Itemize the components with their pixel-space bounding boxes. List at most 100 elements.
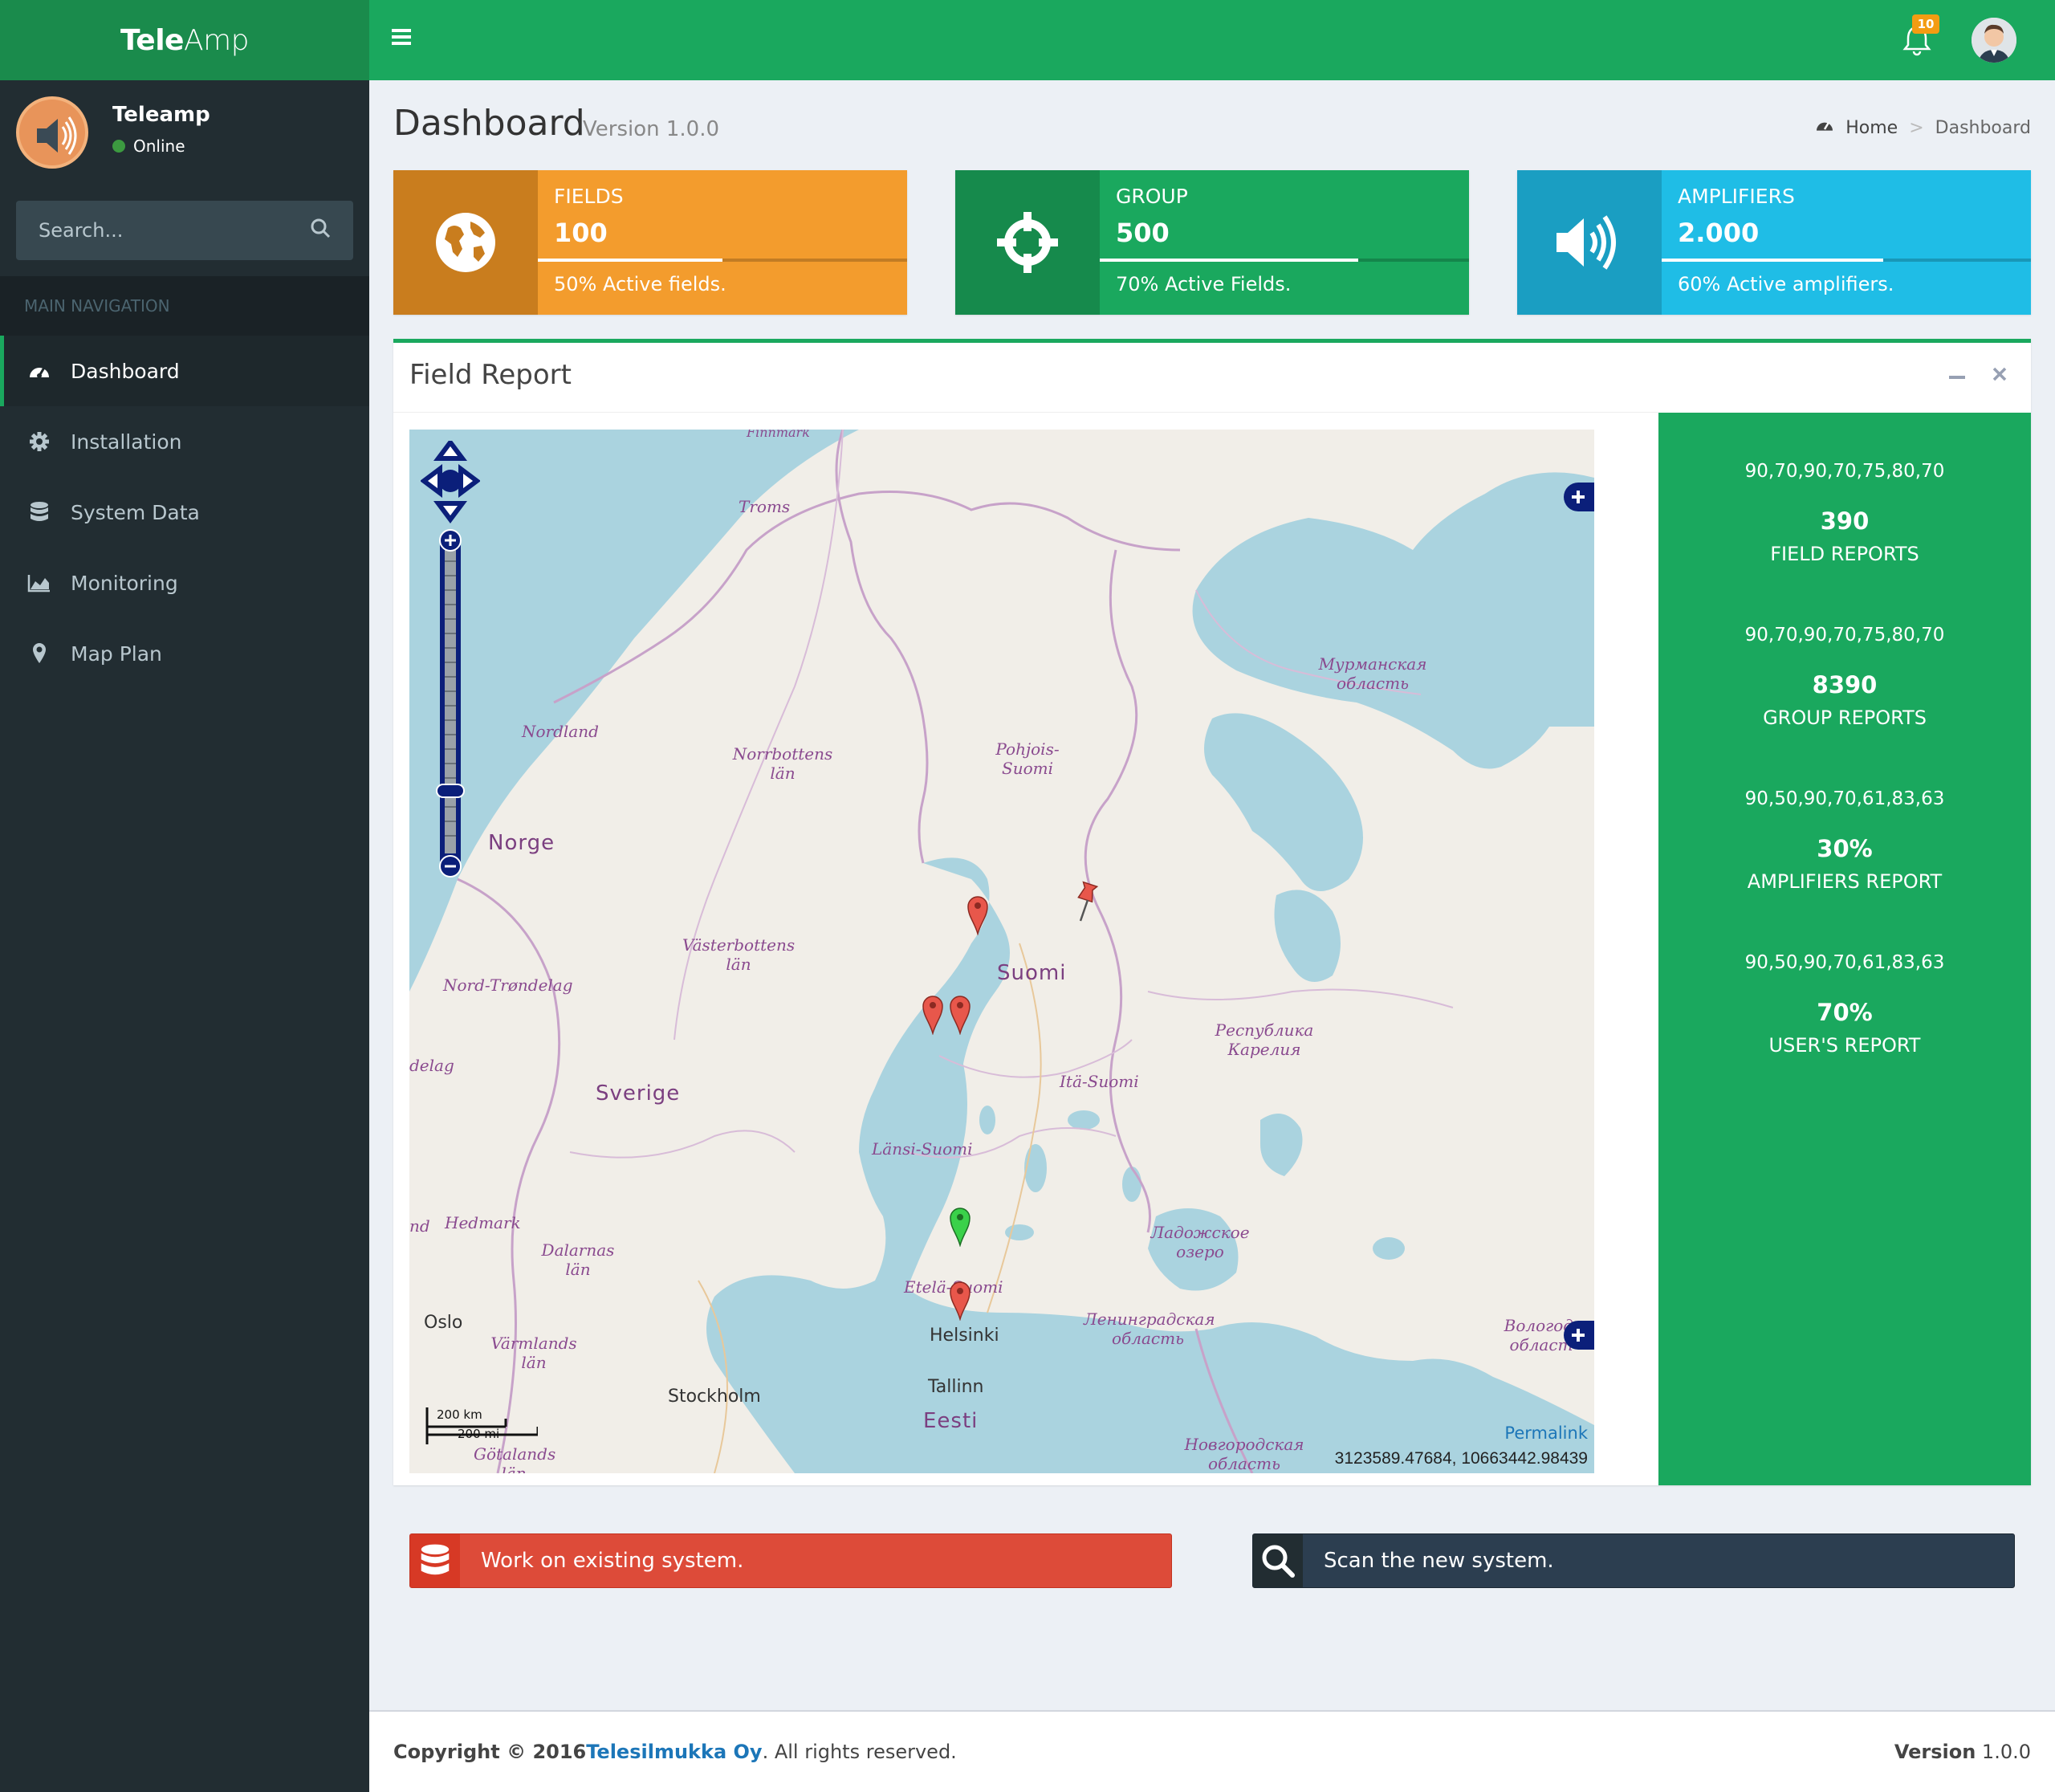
user-panel: Teleamp Online	[0, 80, 369, 199]
action-label: Work on existing system.	[481, 1549, 744, 1573]
map-label: Tallinn	[928, 1377, 984, 1397]
stat-group-reports: 90,70,90,70,75,80,70 8390 GROUP REPORTS	[1658, 625, 2031, 729]
map-label: delag	[409, 1056, 454, 1075]
search-input[interactable]: Search...	[16, 201, 353, 260]
sidebar-item-installation[interactable]: Installation	[0, 406, 369, 477]
close-icon[interactable]	[1992, 367, 2007, 385]
sidebar-item-map-plan[interactable]: Map Plan	[0, 618, 369, 689]
map-marker-green[interactable]	[949, 1205, 971, 1247]
sidebar-item-dashboard[interactable]: Dashboard	[0, 336, 369, 406]
map-label: Itä-Suomi	[1060, 1072, 1139, 1091]
divider	[393, 412, 1658, 413]
footer-copyright: Copyright © 2016Telesilmukka Oy. All rig…	[393, 1741, 957, 1763]
map-label: nd	[409, 1216, 430, 1236]
version-label: Version	[1894, 1741, 1976, 1763]
progress-bar-fill	[538, 259, 722, 262]
database-icon	[410, 1534, 460, 1587]
breadcrumb-home-link[interactable]: Home	[1845, 118, 1898, 138]
map-marker-red[interactable]	[966, 894, 989, 935]
sidebar-item-label: Monitoring	[71, 571, 178, 595]
dashboard-icon	[1815, 117, 1834, 138]
map-marker-red[interactable]	[922, 993, 944, 1035]
stat-label: USER'S REPORT	[1768, 1034, 1921, 1057]
search-icon[interactable]	[310, 218, 331, 243]
app-logo[interactable]: Tele Amp	[0, 0, 369, 80]
map-label: Norrbottens län	[732, 744, 833, 783]
stat-amplifiers-report: 90,50,90,70,61,83,63 30% AMPLIFIERS REPO…	[1658, 788, 2031, 893]
stat-label: FIELD REPORTS	[1770, 543, 1919, 565]
info-box-value: 500	[1116, 218, 1170, 248]
logo-bold: Tele	[120, 23, 184, 57]
scan-new-system-button[interactable]: Scan the new system.	[1252, 1533, 2015, 1588]
sparkline-values: 90,70,90,70,75,80,70	[1744, 461, 1945, 482]
map-label: Новгородская область	[1184, 1435, 1304, 1473]
progress-bar-fill	[1662, 259, 1883, 262]
mouse-coordinates: 3123589.47684, 10663442.98439	[1334, 1449, 1588, 1468]
user-menu-avatar[interactable]	[1972, 18, 2016, 63]
field-report-title: Field Report	[409, 359, 572, 391]
version-number: 1.0.0	[1981, 1741, 2031, 1763]
info-box-value: 2.000	[1678, 218, 1760, 248]
info-box-description: 50% Active fields.	[554, 273, 726, 295]
logo-light: Amp	[183, 23, 250, 57]
map-label: Västerbottens län	[682, 935, 796, 974]
overview-map-toggle-icon[interactable]	[1564, 1321, 1594, 1350]
sidebar-item-system-data[interactable]: System Data	[0, 477, 369, 548]
pushpin-icon[interactable]	[1074, 881, 1101, 924]
database-icon	[27, 500, 51, 524]
progress-bar	[538, 259, 907, 262]
map-marker-icon	[27, 641, 51, 666]
map-marker-red[interactable]	[949, 993, 971, 1035]
company-link[interactable]: Telesilmukka Oy	[586, 1741, 762, 1763]
sidebar-item-label: Dashboard	[71, 359, 180, 383]
map-marker-red[interactable]	[949, 1279, 971, 1321]
breadcrumb-current: Dashboard	[1935, 117, 2031, 138]
stat-field-reports: 90,70,90,70,75,80,70 390 FIELD REPORTS	[1658, 461, 2031, 565]
page-title: Dashboard	[393, 103, 585, 144]
collapse-minus-icon[interactable]	[1949, 369, 1965, 384]
map-label: Nord-Trøndelag	[443, 975, 573, 995]
crosshairs-icon	[955, 170, 1100, 315]
info-box-label: FIELDS	[554, 185, 624, 208]
map-label: Dalarnas län	[541, 1240, 615, 1279]
scale-mi: 200 mi	[458, 1427, 500, 1441]
map-label: Nordland	[522, 722, 599, 741]
stat-value: 390	[1820, 507, 1870, 535]
breadcrumb-separator: >	[1909, 117, 1924, 138]
sidebar-item-label: Installation	[71, 430, 182, 454]
map-label: Finnmark	[747, 430, 810, 440]
permalink-link[interactable]: Permalink	[1504, 1423, 1588, 1443]
search-icon	[1253, 1534, 1303, 1587]
progress-bar-fill	[1100, 259, 1358, 262]
map-label: Республика Карелия	[1215, 1020, 1314, 1059]
map-label: Ленинградская область	[1084, 1309, 1215, 1348]
menu-toggle-icon[interactable]	[392, 27, 416, 51]
map-label: Troms	[739, 497, 791, 516]
field-map[interactable]: Finnmark Troms Nordland Norrbottens län …	[409, 430, 1594, 1473]
field-report-box: Field Report Finnmark Troms Nordland Nor…	[393, 339, 2031, 1485]
sidebar-item-label: System Data	[71, 500, 200, 524]
map-label: Sverige	[596, 1081, 681, 1106]
info-box-description: 70% Active Fields.	[1116, 273, 1292, 295]
user-status: Online	[112, 136, 185, 156]
gear-icon	[27, 430, 51, 454]
map-scale-bar: 200 km 200 mi	[425, 1407, 539, 1449]
footer: Copyright © 2016Telesilmukka Oy. All rig…	[369, 1710, 2055, 1792]
sidebar-item-monitoring[interactable]: Monitoring	[0, 548, 369, 618]
notification-count-badge: 10	[1912, 14, 1939, 34]
layer-switcher-icon[interactable]	[1564, 483, 1594, 511]
action-label: Scan the new system.	[1324, 1549, 1554, 1573]
sparkline-values: 90,70,90,70,75,80,70	[1744, 625, 1945, 646]
pan-zoom-control[interactable]	[421, 441, 480, 890]
report-stats-panel: 90,70,90,70,75,80,70 390 FIELD REPORTS 9…	[1658, 413, 2031, 1485]
box-tools	[1949, 367, 2007, 385]
work-on-existing-system-button[interactable]: Work on existing system.	[409, 1533, 1172, 1588]
top-navbar: 10	[369, 0, 2055, 80]
stat-users-report: 90,50,90,70,61,83,63 70% USER'S REPORT	[1658, 952, 2031, 1057]
dashboard-icon	[27, 359, 51, 383]
map-label: Suomi	[997, 961, 1067, 985]
info-box-label: GROUP	[1116, 185, 1188, 208]
area-chart-icon	[27, 571, 51, 595]
sparkline-values: 90,50,90,70,61,83,63	[1744, 952, 1945, 973]
progress-bar	[1100, 259, 1469, 262]
